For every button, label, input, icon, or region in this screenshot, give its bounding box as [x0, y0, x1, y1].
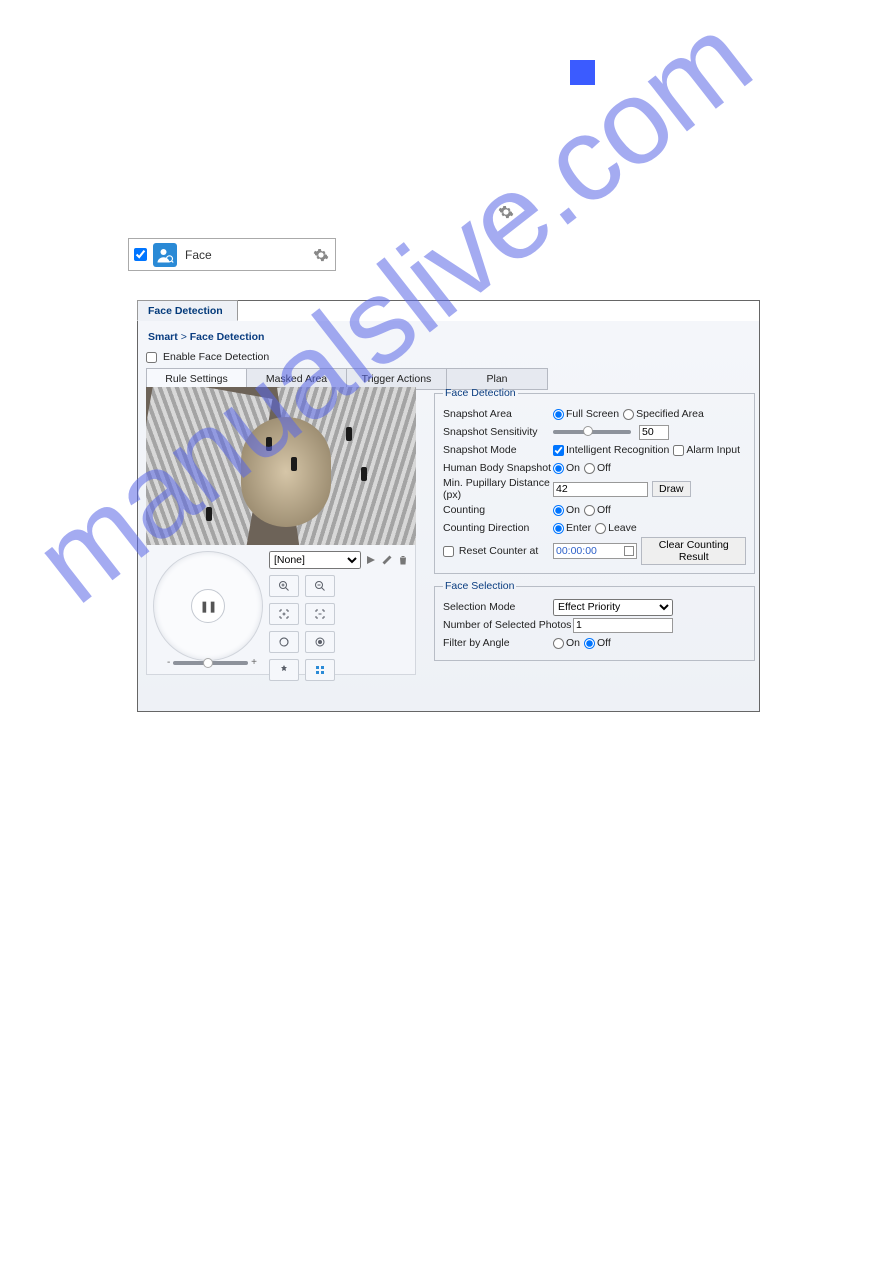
face-selection-legend: Face Selection	[443, 580, 516, 592]
panel-title-tab: Face Detection	[137, 300, 238, 321]
video-scene	[146, 387, 416, 545]
delete-preset-icon[interactable]	[397, 554, 409, 566]
ptz-right-icon[interactable]	[247, 601, 257, 611]
video-preview[interactable]	[146, 387, 416, 545]
selection-mode-label: Selection Mode	[443, 601, 553, 613]
breadcrumb-separator: >	[181, 331, 187, 343]
filter-angle-label: Filter by Angle	[443, 637, 553, 649]
face-feature-row: Face	[128, 238, 336, 271]
breadcrumb: Smart > Face Detection	[148, 331, 264, 343]
human-body-off-option[interactable]: Off	[584, 462, 611, 474]
direction-label: Counting Direction	[443, 522, 553, 534]
face-detection-legend: Face Detection	[443, 387, 518, 399]
gear-icon	[498, 204, 514, 220]
face-label: Face	[185, 248, 313, 262]
face-detection-panel: Face Detection Smart > Face Detection En…	[137, 300, 760, 712]
iris-close-button[interactable]	[305, 631, 335, 653]
snapshot-area-label: Snapshot Area	[443, 408, 553, 420]
human-body-on-option[interactable]: On	[553, 462, 580, 474]
page-number-placeholder	[570, 60, 595, 85]
counting-label: Counting	[443, 504, 553, 516]
direction-leave-option[interactable]: Leave	[595, 522, 637, 534]
sensitivity-slider[interactable]	[553, 430, 631, 434]
pupillary-input[interactable]	[553, 482, 648, 497]
counting-on-option[interactable]: On	[553, 504, 580, 516]
snapshot-mode-label: Snapshot Mode	[443, 444, 553, 456]
filter-angle-on-option[interactable]: On	[553, 637, 580, 649]
zoom-out-button[interactable]	[305, 575, 335, 597]
face-icon	[153, 243, 177, 267]
track-button[interactable]	[305, 659, 335, 681]
reset-time-input[interactable]: 00:00:00	[553, 543, 637, 559]
enable-face-detection-checkbox[interactable]	[146, 352, 157, 363]
face-enable-checkbox[interactable]	[134, 248, 147, 261]
speed-slider[interactable]	[173, 661, 248, 665]
focus-far-button[interactable]	[305, 603, 335, 625]
face-detection-fieldset: Face Detection Snapshot Area Full Screen…	[434, 387, 755, 574]
zoom-in-button[interactable]	[269, 575, 299, 597]
speed-minus[interactable]: -	[167, 657, 170, 668]
alarm-input-checkbox[interactable]: Alarm Input	[673, 444, 740, 456]
ptz-up-icon[interactable]	[203, 557, 213, 567]
clock-icon[interactable]	[624, 546, 634, 556]
focus-near-button[interactable]	[269, 603, 299, 625]
sensitivity-label: Snapshot Sensitivity	[443, 426, 553, 438]
face-selection-fieldset: Face Selection Selection Mode Effect Pri…	[434, 580, 755, 661]
pause-icon: ❚❚	[200, 600, 216, 613]
tab-trigger-actions[interactable]: Trigger Actions	[347, 369, 447, 389]
snapshot-area-specified-option[interactable]: Specified Area	[623, 408, 704, 420]
ptz-left-icon[interactable]	[159, 601, 169, 611]
snapshot-button[interactable]	[269, 659, 299, 681]
intelligent-recognition-checkbox[interactable]: Intelligent Recognition	[553, 444, 669, 456]
tab-plan[interactable]: Plan	[447, 369, 547, 389]
sensitivity-value-input[interactable]	[639, 425, 669, 440]
breadcrumb-smart[interactable]: Smart	[148, 331, 178, 343]
goto-preset-icon[interactable]	[365, 554, 377, 566]
edit-preset-icon[interactable]	[381, 554, 393, 566]
human-body-label: Human Body Snapshot	[443, 462, 553, 474]
enable-face-detection-label: Enable Face Detection	[163, 351, 269, 363]
ptz-control-panel: ❚❚ [None]	[146, 545, 416, 675]
gear-icon[interactable]	[313, 247, 329, 263]
draw-button[interactable]: Draw	[652, 481, 691, 497]
filter-angle-off-option[interactable]: Off	[584, 637, 611, 649]
iris-open-button[interactable]	[269, 631, 299, 653]
pupillary-label: Min. Pupillary Distance (px)	[443, 477, 553, 501]
clear-counting-button[interactable]: Clear Counting Result	[641, 537, 746, 565]
ptz-dpad: ❚❚	[153, 551, 263, 661]
counting-off-option[interactable]: Off	[584, 504, 611, 516]
num-photos-input[interactable]	[573, 618, 673, 633]
speed-plus[interactable]: +	[251, 657, 257, 668]
breadcrumb-current: Face Detection	[190, 331, 265, 343]
panel-body: Smart > Face Detection Enable Face Detec…	[138, 321, 759, 711]
direction-enter-option[interactable]: Enter	[553, 522, 591, 534]
ptz-pause-button[interactable]: ❚❚	[191, 589, 225, 623]
selection-mode-select[interactable]: Effect Priority	[553, 599, 673, 616]
tab-masked-area[interactable]: Masked Area	[247, 369, 347, 389]
reset-time-value: 00:00:00	[556, 545, 597, 557]
speed-slider-row: - +	[167, 657, 257, 668]
num-photos-label: Number of Selected Photos	[443, 619, 573, 631]
snapshot-area-full-option[interactable]: Full Screen	[553, 408, 619, 420]
reset-counter-checkbox[interactable]: Reset Counter at	[443, 545, 538, 557]
tab-rule-settings[interactable]: Rule Settings	[147, 369, 247, 389]
preset-select[interactable]: [None]	[269, 551, 361, 569]
ptz-down-icon[interactable]	[203, 645, 213, 655]
